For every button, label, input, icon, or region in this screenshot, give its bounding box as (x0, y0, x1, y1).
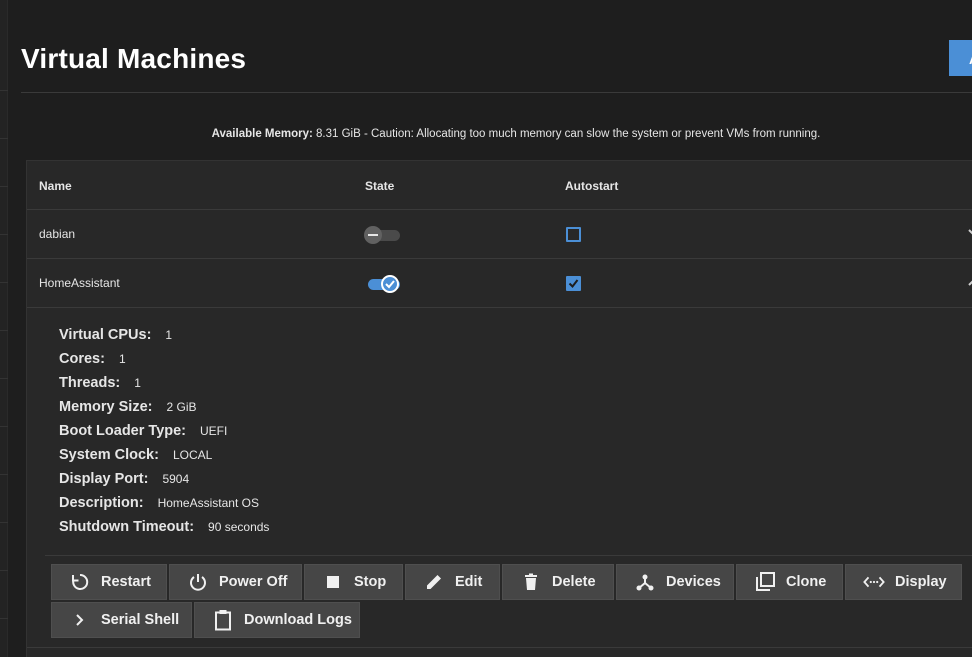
serial-shell-button[interactable]: Serial Shell (51, 602, 192, 638)
detail-value: 90 seconds (208, 520, 270, 534)
devices-icon (634, 571, 656, 593)
state-toggle[interactable] (364, 275, 400, 293)
table-row[interactable]: dabian (27, 210, 972, 259)
stop-icon (322, 571, 344, 593)
top-bar (8, 0, 972, 20)
detail-label: Boot Loader Type: (59, 423, 187, 439)
download-logs-button[interactable]: Download Logs (194, 602, 360, 638)
vm-table-card: Name State Autostart dabian HomeAssistan… (26, 160, 972, 657)
detail-value: 1 (134, 376, 141, 390)
actions-divider (45, 555, 972, 556)
power-off-button[interactable]: Power Off (169, 564, 302, 600)
detail-label: Memory Size: (59, 399, 153, 415)
power-icon (187, 571, 209, 593)
toggle-knob (381, 275, 399, 293)
state-toggle[interactable] (364, 226, 400, 244)
display-button[interactable]: Display (845, 564, 962, 600)
clone-icon (754, 571, 776, 593)
memory-note-text: 8.31 GiB - Caution: Allocating too much … (312, 128, 821, 140)
trash-icon (520, 571, 542, 593)
detail-value: 2 GiB (166, 400, 197, 414)
autostart-checkbox[interactable] (566, 227, 581, 242)
button-label: Edit (455, 574, 483, 590)
detail-shutdown-timeout: Shutdown Timeout: 90 seconds (59, 519, 269, 543)
detail-value: UEFI (200, 424, 228, 438)
title-divider (21, 92, 972, 93)
detail-label: Shutdown Timeout: (59, 519, 195, 535)
table-header: Name State Autostart (27, 161, 972, 210)
vm-name: dabian (39, 227, 76, 241)
clipboard-icon (212, 609, 234, 631)
detail-label: Virtual CPUs: (59, 327, 152, 343)
add-vm-button[interactable]: A (949, 40, 972, 76)
clone-button[interactable]: Clone (736, 564, 843, 600)
restart-button[interactable]: Restart (51, 564, 167, 600)
detail-cores: Cores: 1 (59, 351, 269, 375)
button-label: Serial Shell (101, 612, 180, 628)
chevron-up-icon[interactable] (967, 275, 972, 289)
code-arrows-icon (863, 571, 885, 593)
memory-note-label: Available Memory: (211, 128, 313, 140)
detail-value: 1 (165, 328, 173, 342)
restart-icon (69, 571, 91, 593)
autostart-checkbox[interactable] (566, 276, 581, 291)
detail-label: Cores: (59, 351, 105, 367)
button-label: Devices (666, 574, 721, 590)
detail-boot-loader: Boot Loader Type: UEFI (59, 423, 269, 447)
delete-button[interactable]: Delete (502, 564, 614, 600)
edit-button[interactable]: Edit (405, 564, 500, 600)
vm-details: Virtual CPUs: 1 Cores: 1 Threads: 1 Memory … (59, 327, 269, 543)
page-title: Virtual Machines (21, 43, 247, 74)
detail-label: System Clock: (59, 447, 159, 463)
button-label: Restart (101, 574, 151, 590)
detail-system-clock: System Clock: LOCAL (59, 447, 269, 471)
detail-label: Description: (59, 495, 144, 511)
chevron-down-icon[interactable] (967, 226, 972, 240)
detail-description: Description: HomeAssistant OS (59, 495, 269, 519)
detail-virtual-cpus: Virtual CPUs: 1 (59, 327, 269, 351)
column-header-state[interactable]: State (365, 179, 394, 193)
button-label: Power Off (219, 574, 288, 590)
detail-memory-size: Memory Size: 2 GiB (59, 399, 269, 423)
column-header-name[interactable]: Name (39, 179, 72, 193)
check-icon (568, 279, 579, 289)
detail-label: Display Port: (59, 471, 149, 487)
stop-button[interactable]: Stop (304, 564, 403, 600)
devices-button[interactable]: Devices (616, 564, 734, 600)
button-label: Display (895, 574, 947, 590)
pencil-icon (423, 571, 445, 593)
memory-note: Available Memory: 8.31 GiB - Caution: Al… (0, 128, 972, 140)
button-label: Delete (552, 574, 596, 590)
vm-name: HomeAssistant (39, 276, 120, 290)
minus-icon (368, 234, 378, 236)
detail-threads: Threads: 1 (59, 375, 269, 399)
toggle-knob (364, 226, 382, 244)
detail-value: 5904 (162, 472, 190, 486)
detail-value: LOCAL (172, 448, 213, 462)
detail-value: 1 (118, 352, 126, 366)
table-row[interactable]: HomeAssistant (27, 259, 972, 308)
button-label: Download Logs (244, 612, 352, 628)
sidebar-edge (0, 0, 8, 657)
chevron-right-icon (69, 609, 91, 631)
button-label: Stop (354, 574, 387, 590)
bottom-divider (27, 647, 972, 648)
check-icon (385, 280, 395, 289)
column-header-autostart[interactable]: Autostart (565, 179, 618, 193)
button-label: Clone (786, 574, 827, 590)
detail-display-port: Display Port: 5904 (59, 471, 269, 495)
detail-value: HomeAssistant OS (157, 496, 259, 510)
detail-label: Threads: (59, 375, 121, 391)
